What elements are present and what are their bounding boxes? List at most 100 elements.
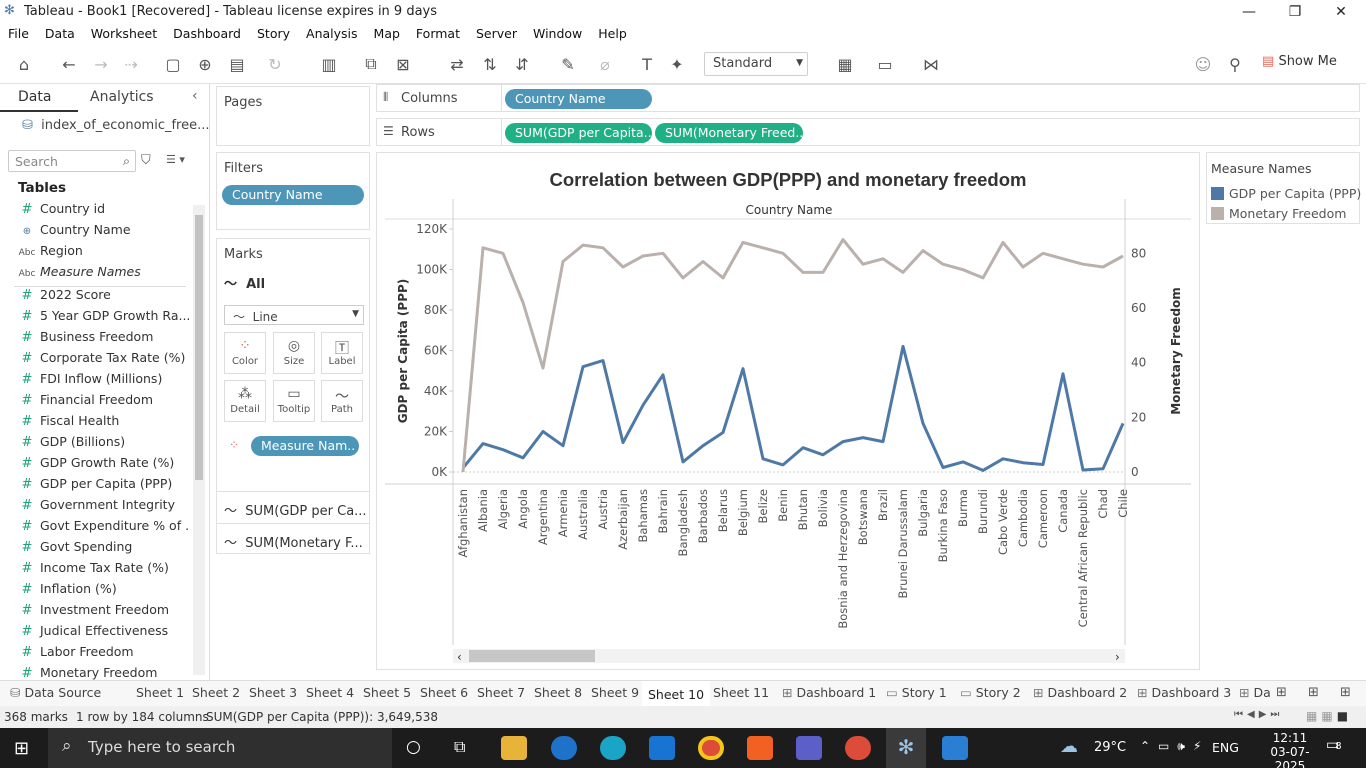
notification-icon[interactable]: ▭8 [1326, 737, 1342, 753]
restore-button[interactable]: ❐ [1272, 0, 1318, 24]
field-item[interactable]: #Judical Effectiveness [14, 623, 190, 644]
save-icon[interactable]: ▢ [162, 53, 184, 75]
tab-data[interactable]: Data [0, 84, 78, 112]
sheet-tab[interactable]: ⛁ Data Source [4, 681, 107, 706]
field-item[interactable]: AbcRegion [14, 243, 190, 264]
field-item[interactable]: #FDI Inflow (Millions) [14, 371, 190, 392]
menu-window[interactable]: Window [525, 24, 590, 41]
menu-worksheet[interactable]: Worksheet [83, 24, 165, 41]
chart-svg[interactable]: Correlation between GDP(PPP) and monetar… [377, 153, 1199, 669]
menu-file[interactable]: File [0, 24, 37, 41]
tray-icons[interactable]: ⌃▭🕪⚡ [1140, 739, 1209, 754]
brave-icon[interactable] [747, 736, 773, 760]
field-item[interactable]: #Labor Freedom [14, 644, 190, 665]
field-item[interactable]: #GDP per Capita (PPP) [14, 476, 190, 497]
clear-sheet-icon[interactable]: ⊠ [392, 53, 414, 75]
rows-pill-gdp[interactable]: SUM(GDP per Capita.. [505, 123, 652, 143]
field-item[interactable]: #Country id [14, 201, 190, 222]
sheet-tab[interactable]: ▭ Story 1 [880, 681, 953, 706]
legend-item-monetary[interactable]: Monetary Freedom [1211, 206, 1346, 221]
view-mode-icons[interactable]: ▦▦■ [1306, 709, 1352, 723]
sheet-tab[interactable]: Sheet 2 [186, 681, 246, 706]
field-item[interactable]: #2022 Score [14, 287, 190, 308]
new-worksheet-icon[interactable]: ▥ [318, 53, 340, 75]
field-item[interactable]: #Fiscal Health [14, 413, 190, 434]
view-options-icon[interactable]: ☰ ▾ [166, 153, 185, 166]
undo-icon[interactable]: ← [58, 53, 80, 75]
sort-ascending-icon[interactable]: ⇅ [479, 53, 501, 75]
marks-monetary-row[interactable]: 〜 SUM(Monetary F... [224, 532, 363, 551]
photos-icon[interactable] [942, 736, 968, 760]
field-item[interactable]: #5 Year GDP Growth Ra... [14, 308, 190, 329]
clock[interactable]: 12:1103-07-2025 [1262, 731, 1318, 773]
datasource-item[interactable]: ⛁ index_of_economic_free... [22, 118, 210, 133]
ask-data-icon[interactable]: ☺ [1192, 53, 1214, 75]
tableau-taskbar-icon[interactable]: ✻ [886, 728, 926, 768]
menu-help[interactable]: Help [590, 24, 635, 41]
label-button[interactable]: 🅃Label [321, 332, 363, 374]
store-icon[interactable] [649, 736, 675, 760]
swap-icon[interactable]: ⇄ [446, 53, 468, 75]
field-item[interactable]: #GDP (Billions) [14, 434, 190, 455]
menu-map[interactable]: Map [366, 24, 408, 41]
sheet-tab[interactable]: Sheet 4 [300, 681, 360, 706]
edge-icon[interactable] [600, 736, 626, 760]
teams-icon[interactable] [796, 736, 822, 760]
sheet-tab[interactable]: Sheet 10 [642, 681, 710, 706]
menu-dashboard[interactable]: Dashboard [165, 24, 249, 41]
language-indicator[interactable]: ENG [1212, 740, 1239, 755]
field-item[interactable]: ⊕Country Name [14, 222, 190, 243]
field-item[interactable]: #Inflation (%) [14, 581, 190, 602]
chrome-profile-icon[interactable] [845, 736, 871, 760]
measure-names-pill[interactable]: Measure Nam.. [251, 436, 359, 456]
path-button[interactable]: 〜Path [321, 380, 363, 422]
ie-icon[interactable] [551, 736, 577, 760]
field-list-scrollbar[interactable] [193, 205, 205, 675]
sheet-tab[interactable]: Sheet 6 [414, 681, 474, 706]
field-item[interactable]: AbcMeasure Names [14, 264, 190, 285]
fit-dropdown[interactable]: Standard▼ [704, 52, 808, 76]
scroll-left-icon[interactable]: ‹ [457, 650, 462, 664]
legend-item-gdp[interactable]: GDP per Capita (PPP) [1211, 186, 1361, 201]
field-item[interactable]: #Govt Expenditure % of ... [14, 518, 190, 539]
new-worksheet-tab-icon[interactable]: ⊞ [1276, 685, 1287, 700]
field-item[interactable]: #Financial Freedom [14, 392, 190, 413]
sheet-tab[interactable]: Sheet 1 [130, 681, 190, 706]
field-item[interactable]: #Corporate Tax Rate (%) [14, 350, 190, 371]
minimize-button[interactable]: — [1226, 0, 1272, 24]
field-item[interactable]: #GDP Growth Rate (%) [14, 455, 190, 476]
sheet-tab[interactable]: Sheet 3 [243, 681, 303, 706]
marks-all-row[interactable]: 〜 All [224, 273, 265, 292]
tooltip-button[interactable]: ▭Tooltip [273, 380, 315, 422]
chrome-icon[interactable] [698, 736, 724, 760]
scrollbar-thumb[interactable] [195, 215, 203, 480]
new-story-tab-icon[interactable]: ⊞ [1340, 685, 1351, 700]
pause-updates-icon[interactable]: ▤ [226, 53, 248, 75]
new-dashboard-tab-icon[interactable]: ⊞ [1308, 685, 1319, 700]
file-explorer-icon[interactable] [501, 736, 527, 760]
home-icon[interactable]: ⌂ [13, 53, 35, 75]
field-item[interactable]: #Govt Spending [14, 539, 190, 560]
color-button[interactable]: ⁘Color [224, 332, 266, 374]
viz-area[interactable]: Correlation between GDP(PPP) and monetar… [376, 152, 1200, 670]
filter-pill-country-name[interactable]: Country Name [222, 185, 364, 205]
collapse-pane-icon[interactable]: ‹ [192, 88, 198, 104]
taskbar-search[interactable]: ⌕Type here to search [48, 728, 392, 768]
sort-descending-icon[interactable]: ⇵ [511, 53, 533, 75]
mark-type-dropdown[interactable]: 〜 Line▼ [224, 305, 364, 325]
menu-analysis[interactable]: Analysis [298, 24, 366, 41]
sheet-tab[interactable]: ⊞ Dashboard 3 [1131, 681, 1237, 706]
close-button[interactable]: ✕ [1318, 0, 1364, 24]
pin-icon[interactable]: ✦ [666, 53, 688, 75]
tab-analytics[interactable]: Analytics [90, 89, 154, 105]
size-button[interactable]: ◎Size [273, 332, 315, 374]
menu-format[interactable]: Format [408, 24, 468, 41]
pin-chart-icon[interactable]: ⚲ [1224, 53, 1246, 75]
columns-pill-country-name[interactable]: Country Name [505, 89, 652, 109]
sheet-tab[interactable]: ⊞ Dashboard 1 [776, 681, 882, 706]
show-me-button[interactable]: ▤ Show Me [1262, 54, 1337, 69]
sheet-tab[interactable]: ⊞ Da [1233, 681, 1277, 706]
columns-shelf[interactable]: ⦀ Columns Country Name [376, 84, 1360, 112]
sheet-tab[interactable]: Sheet 8 [528, 681, 588, 706]
sheet-tab[interactable]: Sheet 5 [357, 681, 417, 706]
